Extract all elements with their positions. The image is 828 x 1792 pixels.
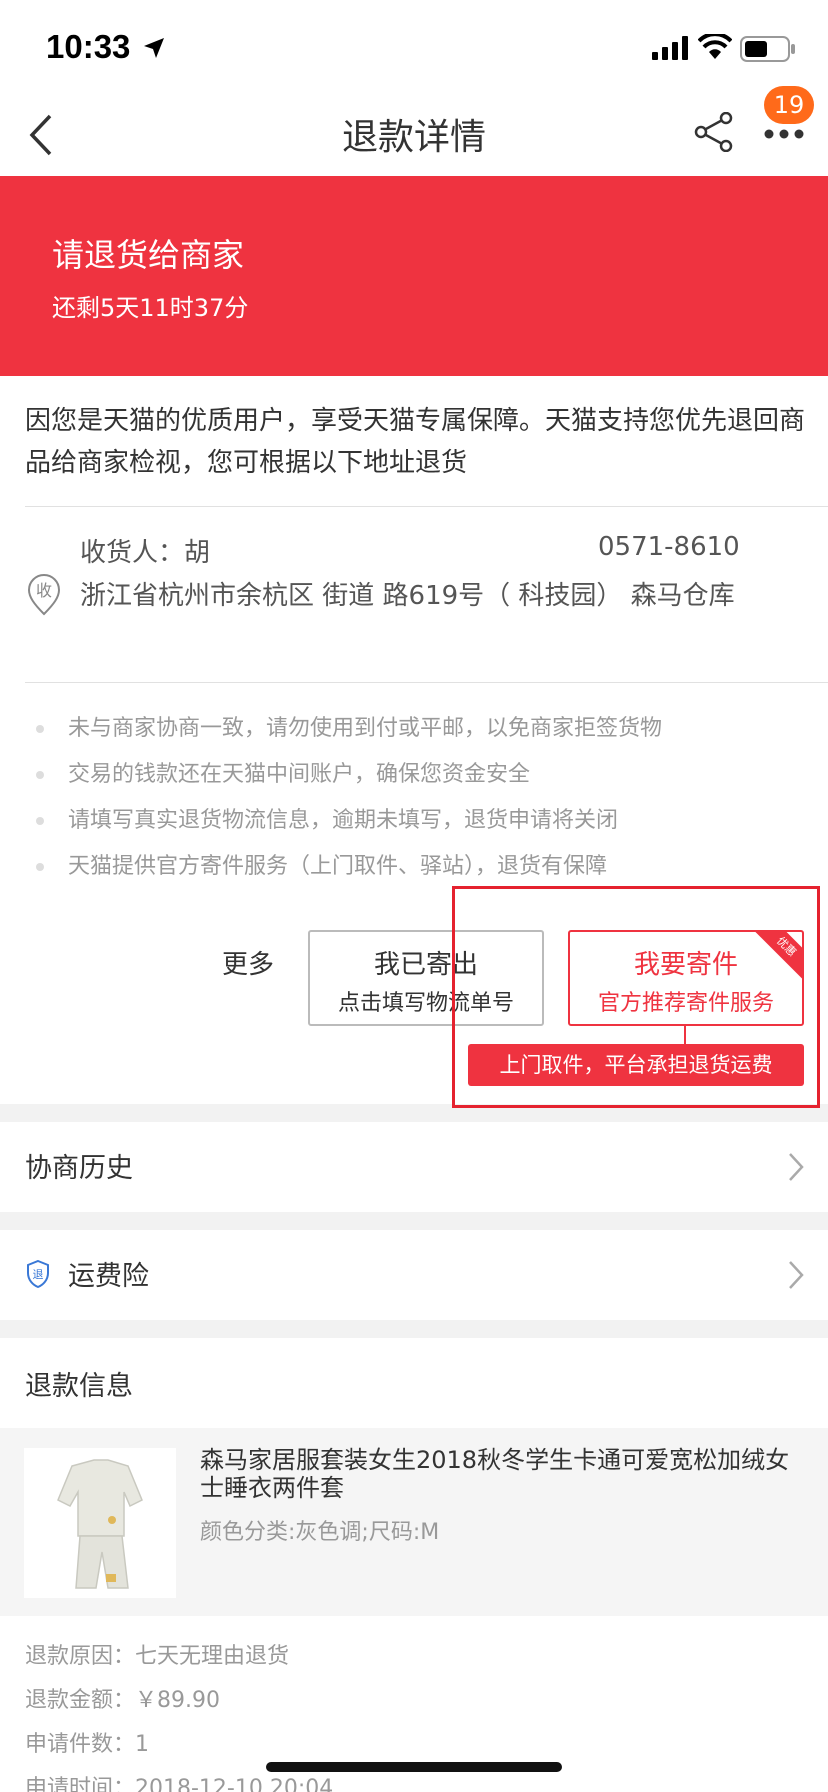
return-address: 浙江省杭州市余杭区 街道 路619号（ 科技园） 森马仓库 [80, 581, 735, 611]
tmall-guarantee-notice: 因您是天猫的优质用户，享受天猫专属保障。天猫支持您优先退回商品给商家检视，您可根… [25, 406, 806, 478]
divider [25, 682, 828, 683]
product-name: 森马家居服套装女生2018秋冬学生卡通可爱宽松加绒女士睡衣两件套 [200, 1446, 790, 1502]
tip-item: 天猫提供官方寄件服务（上门取件、驿站），退货有保障 [36, 844, 662, 890]
svg-text:退: 退 [33, 1268, 44, 1281]
divider [25, 506, 828, 507]
more-dots-icon[interactable] [764, 128, 804, 140]
wifi-icon [698, 34, 732, 59]
battery-icon [740, 36, 795, 62]
cellular-signal-icon [652, 36, 688, 60]
svg-text:收: 收 [36, 581, 52, 600]
product-thumbnail [24, 1448, 176, 1598]
shield-icon: 退 [27, 1260, 49, 1288]
receive-location-icon: 收 [27, 574, 61, 616]
tip-item: 交易的钱款还在天猫中间账户，确保您资金安全 [36, 752, 662, 798]
annotation-highlight-box [452, 886, 820, 1108]
banner-countdown: 还剩5天11时37分 [52, 294, 249, 322]
tip-item: 请填写真实退货物流信息，逾期未填写，退货申请将关闭 [36, 798, 662, 844]
negotiation-history-label: 协商历史 [25, 1153, 133, 1184]
home-indicator[interactable] [266, 1762, 562, 1772]
tip-item: 未与商家协商一致，请勿使用到付或平邮，以免商家拒签货物 [36, 706, 662, 752]
return-tips-list: 未与商家协商一致，请勿使用到付或平邮，以免商家拒签货物 交易的钱款还在天猫中间账… [36, 706, 662, 890]
return-address-card: 因您是天猫的优质用户，享受天猫专属保障。天猫支持您优先退回商品给商家检视，您可根… [0, 376, 828, 1108]
product-sku: 颜色分类:灰色调;尺码:M [200, 1520, 440, 1545]
shipping-insurance-label: 运费险 [68, 1261, 149, 1292]
refund-detail-screen: 10:33 退款详情 19 请退货给商家 还剩5天11时37分 因您是天猫的优质… [0, 0, 828, 1792]
status-time: 10:33 [46, 28, 131, 65]
location-arrow-icon [144, 38, 164, 58]
shipping-insurance-row[interactable]: 退 运费险 [0, 1230, 828, 1320]
product-item[interactable]: 森马家居服套装女生2018秋冬学生卡通可爱宽松加绒女士睡衣两件套 颜色分类:灰色… [0, 1428, 828, 1616]
negotiation-history-row[interactable]: 协商历史 [0, 1122, 828, 1212]
refund-reason: 退款原因：七天无理由退货 [25, 1644, 290, 1669]
refund-info-title: 退款信息 [25, 1371, 133, 1402]
message-count-badge: 19 [764, 86, 814, 124]
receiver-name: 收货人：胡 [80, 538, 211, 568]
refund-count: 申请件数：1 [25, 1732, 149, 1757]
navigation-bar: 退款详情 19 [0, 86, 828, 176]
status-bar: 10:33 [0, 0, 828, 100]
pajama-image-icon [57, 1459, 143, 1589]
chevron-right-icon [789, 1153, 804, 1181]
refund-info-header: 退款信息 [0, 1338, 828, 1428]
status-banner: 请退货给商家 还剩5天11时37分 [0, 176, 828, 376]
refund-time: 申请时间：2018-12-10 20:04 [25, 1776, 334, 1792]
refund-amount: 退款金额：￥89.90 [25, 1688, 220, 1713]
receiver-phone: 0571-8610 [598, 532, 740, 562]
more-actions-button[interactable]: 更多 [222, 944, 274, 981]
share-icon[interactable] [694, 112, 734, 152]
banner-title: 请退货给商家 [52, 236, 245, 274]
chevron-right-icon [789, 1261, 804, 1289]
